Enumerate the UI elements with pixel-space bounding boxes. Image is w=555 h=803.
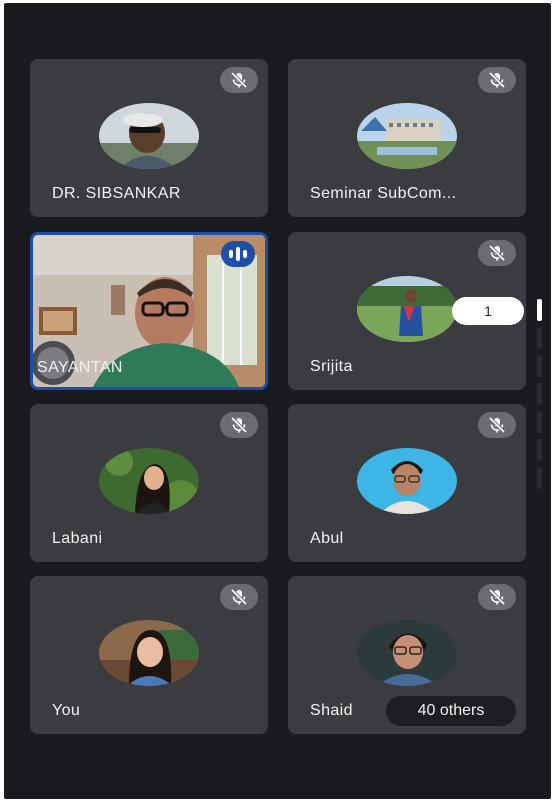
participant-name: DR. SIBSANKAR xyxy=(52,185,181,202)
mic-off-icon xyxy=(478,584,516,610)
participant-tile-labani[interactable]: Labani xyxy=(30,404,268,562)
participant-tile-shaid[interactable]: Shaid 40 others xyxy=(288,576,526,734)
scrollbar-track-segment xyxy=(537,383,542,405)
avatar xyxy=(357,448,457,514)
avatar xyxy=(99,448,199,514)
mic-off-icon xyxy=(220,67,258,93)
avatar xyxy=(99,103,199,169)
avatar xyxy=(99,620,199,686)
avatar xyxy=(357,620,457,686)
participant-name: SAYANTAN xyxy=(37,359,123,376)
scrollbar-track-segment xyxy=(537,327,542,349)
participant-name: Seminar SubCom... xyxy=(310,185,457,202)
scrollbar-track-segment xyxy=(537,439,542,461)
others-button[interactable]: 40 others xyxy=(386,696,516,726)
participant-tile-abul[interactable]: Abul xyxy=(288,404,526,562)
scrollbar-track-segment xyxy=(537,355,542,377)
participant-name: You xyxy=(52,702,81,719)
scrollbar-thumb[interactable] xyxy=(537,299,542,321)
scrollbar-track-segment xyxy=(537,467,542,489)
mic-off-icon xyxy=(478,67,516,93)
scrollbar-track-segment xyxy=(537,411,542,433)
participant-tile-sayantan-active-speaker[interactable]: SAYANTAN xyxy=(30,232,268,390)
avatar xyxy=(357,276,457,342)
avatar xyxy=(357,103,457,169)
participant-name: Labani xyxy=(52,530,103,547)
audio-level-icon xyxy=(221,241,255,267)
participant-tile-you[interactable]: You xyxy=(30,576,268,734)
participant-name: Srijita xyxy=(310,358,353,375)
participant-name: Abul xyxy=(310,530,344,547)
mic-off-icon xyxy=(478,240,516,266)
mic-off-icon xyxy=(220,584,258,610)
mic-off-icon xyxy=(220,412,258,438)
page-indicator: 1 xyxy=(452,297,524,325)
participant-tile-sibsankar[interactable]: DR. SIBSANKAR xyxy=(30,59,268,217)
meeting-screen: DR. SIBSANKAR Seminar SubCom... SAYANTAN… xyxy=(4,3,551,799)
participant-name: Shaid xyxy=(310,702,353,719)
mic-off-icon xyxy=(478,412,516,438)
participant-tile-seminar[interactable]: Seminar SubCom... xyxy=(288,59,526,217)
